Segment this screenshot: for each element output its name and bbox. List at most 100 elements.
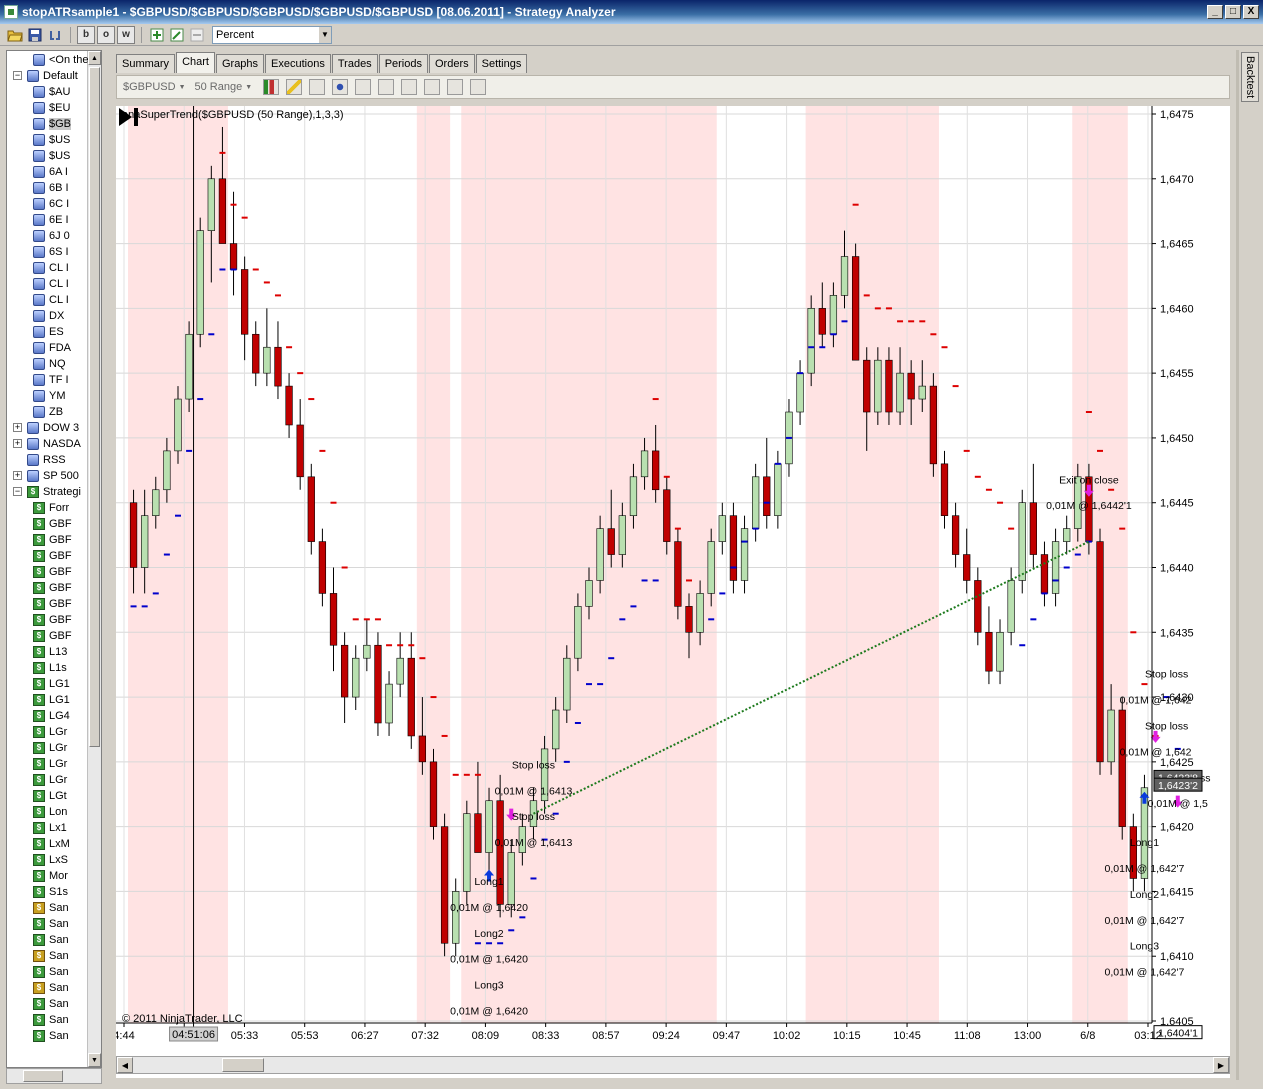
strategies-icon[interactable] — [424, 79, 441, 95]
period-dropdown[interactable]: 50 Range ▼ — [195, 81, 253, 93]
tree-item[interactable]: LxM — [33, 836, 70, 852]
tree-item[interactable]: San — [33, 1028, 69, 1044]
price-chart[interactable]: Stop loss 0,01M @ 1,6413 Stop loss 0,01M @ … — [116, 106, 1230, 1078]
tree-item[interactable]: GBF — [33, 628, 72, 644]
tree-item[interactable]: GBF — [33, 548, 72, 564]
tree-item[interactable]: San — [33, 996, 69, 1012]
remove-icon[interactable] — [188, 26, 206, 44]
tree-item[interactable]: Lon — [33, 804, 67, 820]
tree-item[interactable]: + NASDA — [13, 436, 81, 452]
tab-executions[interactable]: Executions — [265, 54, 331, 73]
tree-item[interactable]: LGr — [33, 772, 67, 788]
tree-item[interactable]: + DOW 3 — [13, 420, 79, 436]
collapse-icon[interactable]: − — [13, 487, 22, 496]
chart-svg[interactable]: Stop loss 0,01M @ 1,6413 Stop loss 0,01M @ … — [116, 106, 1230, 1078]
instrument-dropdown[interactable]: $GBPUSD ▼ — [123, 81, 186, 93]
tab-chart[interactable]: Chart — [176, 52, 215, 73]
tree-item[interactable]: LG4 — [33, 708, 70, 724]
save-icon[interactable] — [26, 26, 44, 44]
scroll-to-end-icon[interactable] — [116, 106, 140, 128]
tree-item[interactable]: ES — [33, 324, 64, 340]
tree-item[interactable]: Forr — [33, 500, 69, 516]
tree-item[interactable]: YM — [33, 388, 66, 404]
zoom-icon[interactable] — [355, 79, 372, 95]
open-folder-icon[interactable] — [6, 26, 24, 44]
tree-item[interactable]: S1s — [33, 884, 68, 900]
tree-item[interactable]: 6A I — [33, 164, 68, 180]
display-mode-select[interactable]: Percent ▼ — [212, 25, 332, 44]
tree-horizontal-scrollbar[interactable] — [6, 1068, 102, 1084]
tree-item[interactable]: NQ — [33, 356, 66, 372]
tree-item[interactable]: San — [33, 980, 69, 996]
tree-item[interactable]: ZB — [33, 404, 63, 420]
tree-item[interactable]: San — [33, 916, 69, 932]
tree-item[interactable]: $EU — [33, 100, 70, 116]
scroll-down-icon[interactable]: ▼ — [88, 1053, 101, 1067]
tree-item[interactable]: Mor — [33, 868, 68, 884]
tree-item[interactable]: TF I — [33, 372, 69, 388]
tree-item[interactable]: + SP 500 — [13, 468, 79, 484]
tree-item[interactable]: CL I — [33, 276, 69, 292]
tab-periods[interactable]: Periods — [378, 54, 428, 73]
tab-settings[interactable]: Settings — [475, 54, 528, 73]
edit-icon[interactable] — [168, 26, 186, 44]
tree-item[interactable]: GBF — [33, 564, 72, 580]
panel-divider[interactable] — [1236, 50, 1239, 1080]
tab-graphs[interactable]: Graphs — [215, 54, 265, 73]
tree-item[interactable]: L1s — [33, 660, 67, 676]
chart-style-icon[interactable] — [263, 79, 280, 95]
tree-item[interactable]: FDA — [33, 340, 71, 356]
tab-orders[interactable]: Orders — [428, 54, 475, 73]
tree-item[interactable]: GBF — [33, 612, 72, 628]
order-button[interactable]: o — [97, 25, 115, 44]
add-icon[interactable] — [148, 26, 166, 44]
chevron-down-icon[interactable]: ▼ — [319, 26, 331, 43]
tab-trades[interactable]: Trades — [331, 54, 378, 73]
tree-item[interactable]: San — [33, 964, 69, 980]
layout-icon[interactable] — [470, 79, 487, 95]
tree-item[interactable]: LGt — [33, 788, 67, 804]
data-box-icon[interactable] — [447, 79, 464, 95]
tree-item[interactable]: $US — [33, 132, 70, 148]
expand-icon[interactable]: + — [13, 439, 22, 448]
scroll-up-icon[interactable]: ▲ — [88, 51, 101, 65]
instrument-tree[interactable]: ▲ ▼ <On the − Default $AU $EU $GB $US $US 6A I 6B… — [6, 50, 102, 1068]
tree-item[interactable]: San — [33, 932, 69, 948]
minimize-button[interactable]: _ — [1207, 5, 1223, 19]
tree-item[interactable]: 6J 0 — [33, 228, 70, 244]
chart-scrollbar[interactable]: ◀ ▶ — [116, 1056, 1230, 1074]
tree-item[interactable]: San — [33, 1012, 69, 1028]
tab-backtest[interactable]: Backtest — [1241, 52, 1259, 102]
tree-item[interactable]: DX — [33, 308, 64, 324]
tree-item[interactable]: LG1 — [33, 676, 70, 692]
tree-item[interactable]: 6E I — [33, 212, 69, 228]
tree-item[interactable]: GBF — [33, 596, 72, 612]
scroll-thumb[interactable] — [23, 1070, 63, 1082]
tree-item[interactable]: LG1 — [33, 692, 70, 708]
indicators-icon[interactable] — [401, 79, 418, 95]
scroll-left-icon[interactable]: ◀ — [117, 1057, 133, 1073]
collapse-icon[interactable]: − — [13, 71, 22, 80]
bar-button[interactable]: b — [77, 25, 95, 44]
crosshair-icon[interactable] — [332, 79, 349, 95]
tree-item[interactable]: GBF — [33, 516, 72, 532]
tree-item[interactable]: 6S I — [33, 244, 69, 260]
line-tool-icon[interactable] — [309, 79, 326, 95]
link-icon[interactable] — [46, 26, 64, 44]
tree-item[interactable]: LGr — [33, 740, 67, 756]
tree-item[interactable]: LxS — [33, 852, 68, 868]
close-button[interactable]: X — [1243, 5, 1259, 19]
tree-item[interactable]: $AU — [33, 84, 70, 100]
tree-item[interactable]: GBF — [33, 532, 72, 548]
tree-item[interactable]: San — [33, 948, 69, 964]
tree-item[interactable]: 6C I — [33, 196, 69, 212]
tree-item[interactable]: LGr — [33, 724, 67, 740]
tree-item[interactable]: − Default — [13, 68, 78, 84]
tree-item[interactable]: Lx1 — [33, 820, 67, 836]
tab-summary[interactable]: Summary — [116, 54, 176, 73]
tree-item[interactable]: $GB — [33, 116, 72, 132]
tree-item[interactable]: CL I — [33, 260, 69, 276]
properties-icon[interactable] — [378, 79, 395, 95]
tree-item[interactable]: RSS — [27, 452, 66, 468]
tree-scrollbar[interactable]: ▲ ▼ — [87, 51, 101, 1067]
